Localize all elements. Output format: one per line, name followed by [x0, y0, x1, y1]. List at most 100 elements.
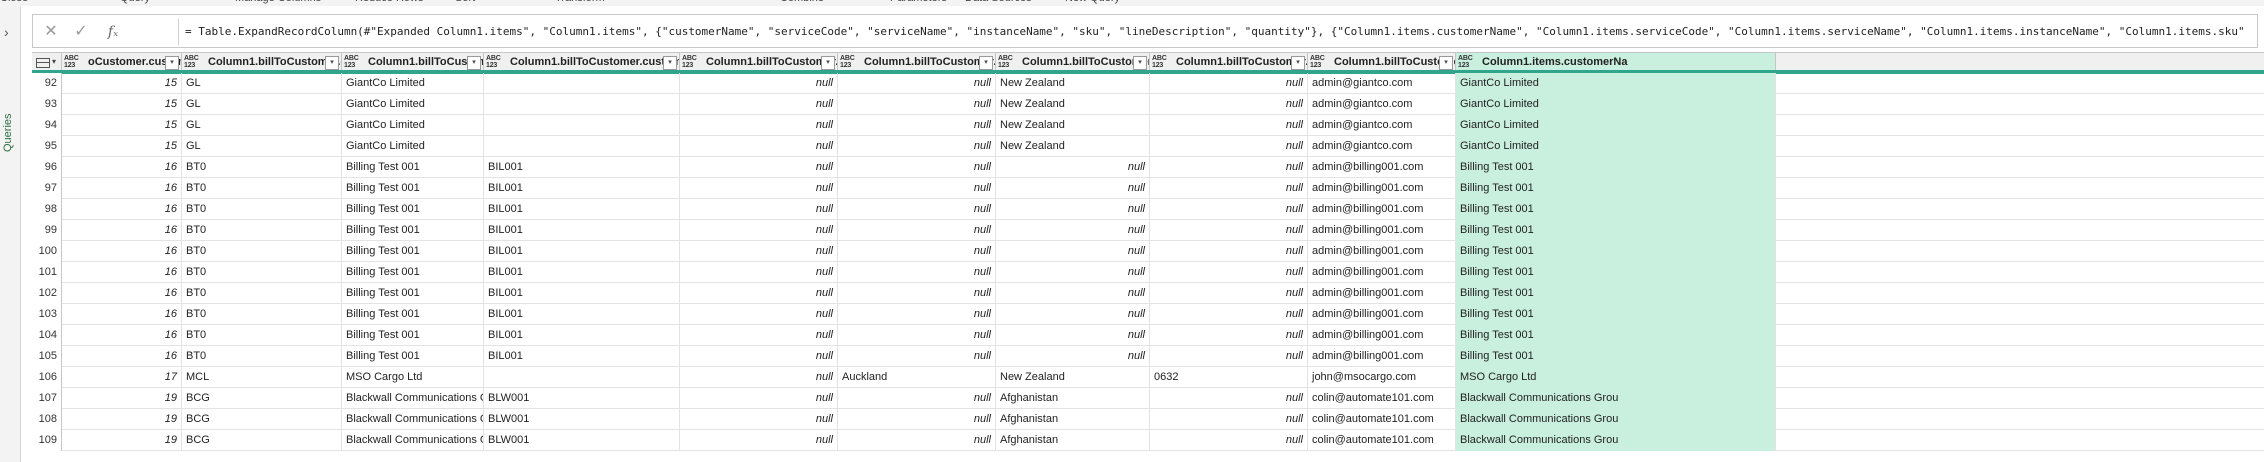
table-cell[interactable]: null [1150, 199, 1308, 220]
table-cell[interactable]: null [1150, 262, 1308, 283]
table-cell[interactable]: Billing Test 001 [1456, 199, 1776, 220]
column-header[interactable]: ABC 123 Column1.items.customerNa [1456, 53, 1776, 73]
ribbon-group-label[interactable]: New Query [1065, 0, 1120, 4]
table-cell[interactable]: null [838, 178, 996, 199]
ribbon-group-label[interactable]: Transform [555, 0, 605, 4]
table-row[interactable]: 92 15 GL GiantCo Limited null null New Zealand… [32, 73, 2264, 94]
table-cell[interactable]: GL [182, 115, 342, 136]
table-cell[interactable]: null [1150, 178, 1308, 199]
table-cell[interactable]: Billing Test 001 [342, 346, 484, 367]
table-cell[interactable]: 15 [62, 73, 182, 94]
data-type-icon[interactable]: ABC 123 [1458, 55, 1473, 69]
table-cell[interactable]: Billing Test 001 [1456, 346, 1776, 367]
table-cell[interactable]: BT0 [182, 178, 342, 199]
table-cell[interactable]: null [996, 325, 1150, 346]
table-cell[interactable]: GL [182, 136, 342, 157]
ribbon-group-label[interactable]: Close [0, 0, 28, 4]
table-row[interactable]: 101 16 BT0 Billing Test 001 BIL001 null null nu… [32, 262, 2264, 283]
table-row[interactable]: 93 15 GL GiantCo Limited null null New Zealand… [32, 94, 2264, 115]
table-cell[interactable]: Billing Test 001 [1456, 157, 1776, 178]
table-cell[interactable]: GiantCo Limited [1456, 94, 1776, 115]
formula-text-input[interactable]: = Table.ExpandRecordColumn(#"Expanded Co… [185, 25, 2245, 38]
row-number[interactable]: 94 [32, 115, 62, 136]
table-cell[interactable]: 16 [62, 283, 182, 304]
table-cell[interactable]: New Zealand [996, 367, 1150, 388]
row-number[interactable]: 97 [32, 178, 62, 199]
table-cell[interactable]: null [1150, 220, 1308, 241]
row-number[interactable]: 99 [32, 220, 62, 241]
table-cell[interactable]: New Zealand [996, 136, 1150, 157]
table-cell[interactable]: null [838, 157, 996, 178]
table-cell[interactable]: admin@billing001.com [1308, 157, 1456, 178]
table-cell[interactable]: BIL001 [484, 220, 680, 241]
table-cell[interactable]: null [680, 94, 838, 115]
table-cell[interactable]: colin@automate101.com [1308, 409, 1456, 430]
table-cell[interactable]: BIL001 [484, 199, 680, 220]
table-cell[interactable]: admin@billing001.com [1308, 220, 1456, 241]
table-cell[interactable]: BLW001 [484, 430, 680, 451]
table-cell[interactable]: Billing Test 001 [1456, 325, 1776, 346]
table-cell[interactable]: BLW001 [484, 388, 680, 409]
row-number[interactable]: 93 [32, 94, 62, 115]
table-cell[interactable]: 16 [62, 241, 182, 262]
table-cell[interactable]: BIL001 [484, 304, 680, 325]
table-cell[interactable] [484, 94, 680, 115]
table-cell[interactable]: admin@billing001.com [1308, 241, 1456, 262]
table-row[interactable]: 99 16 BT0 Billing Test 001 BIL001 null null nul… [32, 220, 2264, 241]
table-cell[interactable]: null [1150, 73, 1308, 94]
table-cell[interactable]: admin@billing001.com [1308, 199, 1456, 220]
table-cell[interactable]: Blackwall Communications Group [342, 388, 484, 409]
table-cell[interactable]: null [996, 157, 1150, 178]
row-number[interactable]: 105 [32, 346, 62, 367]
table-cell[interactable]: Billing Test 001 [342, 325, 484, 346]
formula-bar[interactable]: ✕ ✓ fₓ = Table.ExpandRecordColumn(#"Expa… [32, 14, 2258, 48]
column-header[interactable]: ABC123 Column1.billToCustomer.postCode▾ [1150, 53, 1308, 73]
table-cell[interactable]: null [680, 304, 838, 325]
row-number[interactable]: 96 [32, 157, 62, 178]
row-number[interactable]: 95 [32, 136, 62, 157]
table-cell[interactable]: BLW001 [484, 409, 680, 430]
table-cell[interactable]: null [838, 262, 996, 283]
table-cell[interactable]: GiantCo Limited [342, 73, 484, 94]
table-cell[interactable]: null [1150, 430, 1308, 451]
table-cell[interactable]: Blackwall Communications Grou [1456, 388, 1776, 409]
table-row[interactable]: 103 16 BT0 Billing Test 001 BIL001 null null nu… [32, 304, 2264, 325]
table-cell[interactable]: New Zealand [996, 73, 1150, 94]
table-cell[interactable]: null [838, 73, 996, 94]
filter-dropdown-icon[interactable]: ▾ [979, 56, 993, 70]
table-cell[interactable]: null [680, 220, 838, 241]
table-cell[interactable]: null [996, 220, 1150, 241]
table-cell[interactable]: null [680, 199, 838, 220]
table-row[interactable]: 95 15 GL GiantCo Limited null null New Zealand… [32, 136, 2264, 157]
filter-dropdown-icon[interactable]: ▾ [1133, 56, 1147, 70]
table-cell[interactable]: BIL001 [484, 157, 680, 178]
data-type-icon[interactable]: ABC 123 [1152, 55, 1167, 69]
table-cell[interactable]: admin@giantco.com [1308, 94, 1456, 115]
table-cell[interactable]: admin@billing001.com [1308, 304, 1456, 325]
table-cell[interactable]: 19 [62, 388, 182, 409]
table-cell[interactable]: BIL001 [484, 262, 680, 283]
table-row[interactable]: 100 16 BT0 Billing Test 001 BIL001 null null nu… [32, 241, 2264, 262]
column-header[interactable]: ABC123 Column1.billToCustomer.address1▾ [680, 53, 838, 73]
table-cell[interactable]: New Zealand [996, 115, 1150, 136]
table-cell[interactable]: null [996, 241, 1150, 262]
table-cell[interactable]: MSO Cargo Ltd [1456, 367, 1776, 388]
table-cell[interactable] [484, 136, 680, 157]
table-row[interactable]: 102 16 BT0 Billing Test 001 BIL001 null null nu… [32, 283, 2264, 304]
table-cell[interactable]: null [680, 325, 838, 346]
table-cell[interactable]: MCL [182, 367, 342, 388]
table-cell[interactable]: null [680, 388, 838, 409]
table-row[interactable]: 10719BCGBlackwall Communications GroupBL… [32, 388, 2264, 409]
table-row[interactable]: 106 17 MCL MSO Cargo Ltd null Auckland New Zea… [32, 367, 2264, 388]
row-number[interactable]: 104 [32, 325, 62, 346]
row-number[interactable]: 98 [32, 199, 62, 220]
table-cell[interactable]: BCG [182, 430, 342, 451]
table-cell[interactable]: null [680, 241, 838, 262]
table-cell[interactable]: colin@automate101.com [1308, 430, 1456, 451]
table-cell[interactable]: BIL001 [484, 283, 680, 304]
table-cell[interactable]: admin@giantco.com [1308, 136, 1456, 157]
table-cell[interactable]: 16 [62, 304, 182, 325]
table-cell[interactable]: 15 [62, 136, 182, 157]
table-cell[interactable]: BT0 [182, 304, 342, 325]
table-cell[interactable]: 15 [62, 115, 182, 136]
